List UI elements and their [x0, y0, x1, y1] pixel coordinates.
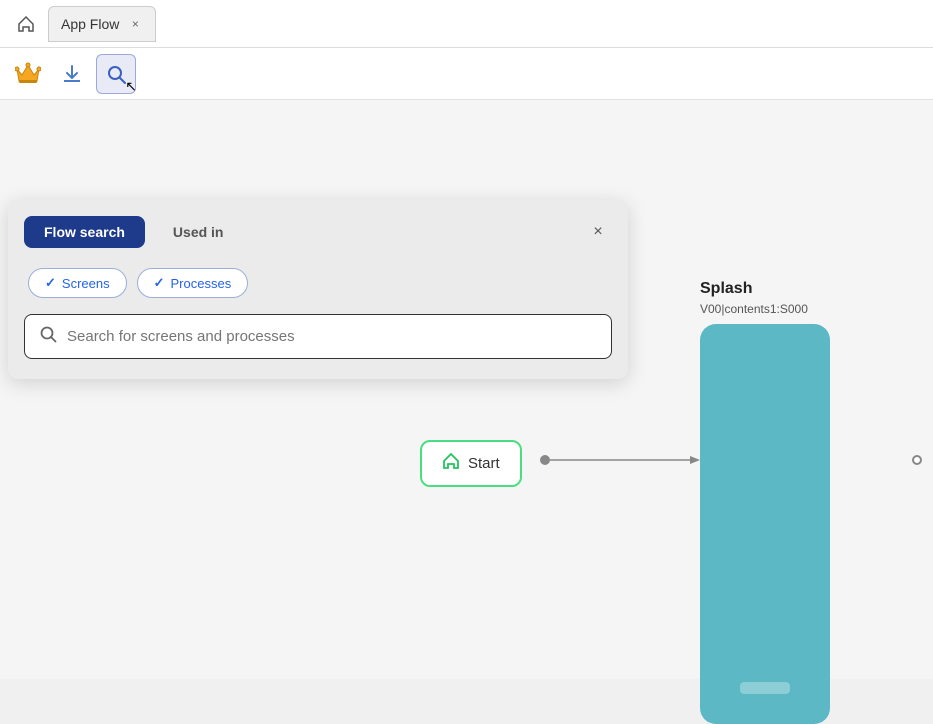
screens-filter-chip[interactable]: ✓ Screens [28, 268, 127, 298]
start-label: Start [468, 455, 500, 472]
arrow-dot-left [540, 455, 550, 465]
start-home-icon [442, 452, 460, 475]
splash-screen[interactable] [700, 324, 830, 724]
processes-filter-chip[interactable]: ✓ Processes [137, 268, 249, 298]
splash-screen-inner-bar [740, 682, 790, 694]
panel-close-button[interactable]: × [584, 218, 612, 246]
app-flow-tab[interactable]: App Flow × [48, 6, 156, 42]
cursor-icon: ↖ [125, 78, 137, 95]
flow-search-button[interactable]: ↖ [96, 54, 136, 94]
search-icon [39, 325, 57, 348]
flow-search-tab[interactable]: Flow search [24, 216, 145, 248]
flow-search-panel: Flow search Used in × ✓ Screens ✓ Proces… [8, 200, 628, 379]
splash-subtitle: V00|contents1:S000 [700, 302, 808, 316]
used-in-tab[interactable]: Used in [153, 216, 244, 248]
arrow-line [550, 450, 710, 470]
toolbar: ↖ [0, 48, 933, 100]
download-button[interactable] [52, 54, 92, 94]
tab-label: App Flow [61, 16, 119, 32]
filter-row: ✓ Screens ✓ Processes [8, 260, 628, 314]
tab-close-button[interactable]: × [127, 16, 143, 32]
screens-check-icon: ✓ [45, 275, 56, 291]
screens-label: Screens [62, 276, 110, 291]
panel-header: Flow search Used in × [8, 200, 628, 260]
processes-check-icon: ✓ [154, 275, 165, 291]
start-node[interactable]: Start [420, 440, 522, 487]
home-button[interactable] [8, 6, 44, 42]
crown-button[interactable] [8, 54, 48, 94]
splash-title: Splash [700, 280, 752, 298]
processes-label: Processes [171, 276, 232, 291]
splash-card: Splash V00|contents1:S000 [700, 280, 830, 724]
search-input[interactable] [67, 328, 597, 345]
canvas-area: Flow search Used in × ✓ Screens ✓ Proces… [0, 100, 933, 679]
right-connection-dot [912, 455, 922, 465]
search-box [24, 314, 612, 359]
title-bar: App Flow × [0, 0, 933, 48]
